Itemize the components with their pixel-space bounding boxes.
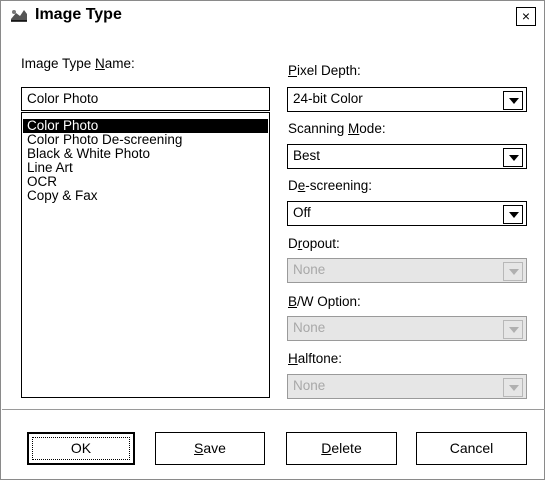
ok-button[interactable]: OK <box>27 432 135 465</box>
window-title: Image Type <box>35 6 122 23</box>
descreening-value: Off <box>293 205 311 220</box>
title-bar[interactable]: Image Type × <box>1 1 544 31</box>
close-button[interactable]: × <box>516 7 536 26</box>
chevron-down-icon[interactable] <box>503 148 523 167</box>
pixel-depth-label: Pixel Depth: <box>288 63 361 78</box>
halftone-dropdown[interactable]: None <box>287 374 527 399</box>
image-type-name-label: Image Type Name: <box>21 56 135 71</box>
pixel-depth-dropdown[interactable]: 24-bit Color <box>287 87 527 112</box>
descreening-label: De-screening: <box>288 178 373 193</box>
list-item[interactable]: Color Photo De-screening <box>23 133 268 147</box>
bw-option-dropdown[interactable]: None <box>287 316 527 341</box>
chevron-down-icon[interactable] <box>503 378 523 397</box>
scanning-mode-label: Scanning Mode: <box>288 121 386 136</box>
list-item[interactable]: Copy & Fax <box>23 189 268 203</box>
divider <box>2 409 545 410</box>
save-button[interactable]: Save <box>155 432 265 465</box>
list-item[interactable]: Black & White Photo <box>23 147 268 161</box>
bw-option-label: B/W Option: <box>288 294 361 309</box>
image-type-name-value: Color Photo <box>27 91 99 106</box>
focus-rectangle <box>32 437 130 460</box>
halftone-value: None <box>293 378 326 393</box>
list-item[interactable]: Line Art <box>23 161 268 175</box>
scanning-mode-dropdown[interactable]: Best <box>287 144 527 169</box>
image-type-dialog: Image Type × Image Type Name: Color Phot… <box>0 0 545 480</box>
descreening-dropdown[interactable]: Off <box>287 201 527 226</box>
delete-button[interactable]: Delete <box>286 432 397 465</box>
scanning-mode-value: Best <box>293 148 321 163</box>
chevron-down-icon[interactable] <box>503 262 523 281</box>
scanner-app-icon <box>11 10 27 22</box>
list-item[interactable]: OCR <box>23 175 268 189</box>
chevron-down-icon[interactable] <box>503 91 523 110</box>
halftone-label: Halftone: <box>288 351 343 366</box>
chevron-down-icon[interactable] <box>503 320 523 339</box>
pixel-depth-value: 24-bit Color <box>293 91 363 106</box>
dropout-value: None <box>293 262 326 277</box>
image-type-name-input[interactable]: Color Photo <box>21 87 270 111</box>
image-type-list[interactable]: Color Photo Color Photo De-screening Bla… <box>21 112 270 398</box>
dropout-dropdown[interactable]: None <box>287 258 527 283</box>
bw-option-value: None <box>293 320 326 335</box>
dropout-label: Dropout: <box>288 236 340 251</box>
chevron-down-icon[interactable] <box>503 205 523 224</box>
cancel-button[interactable]: Cancel <box>416 432 527 465</box>
list-item[interactable]: Color Photo <box>23 119 268 133</box>
